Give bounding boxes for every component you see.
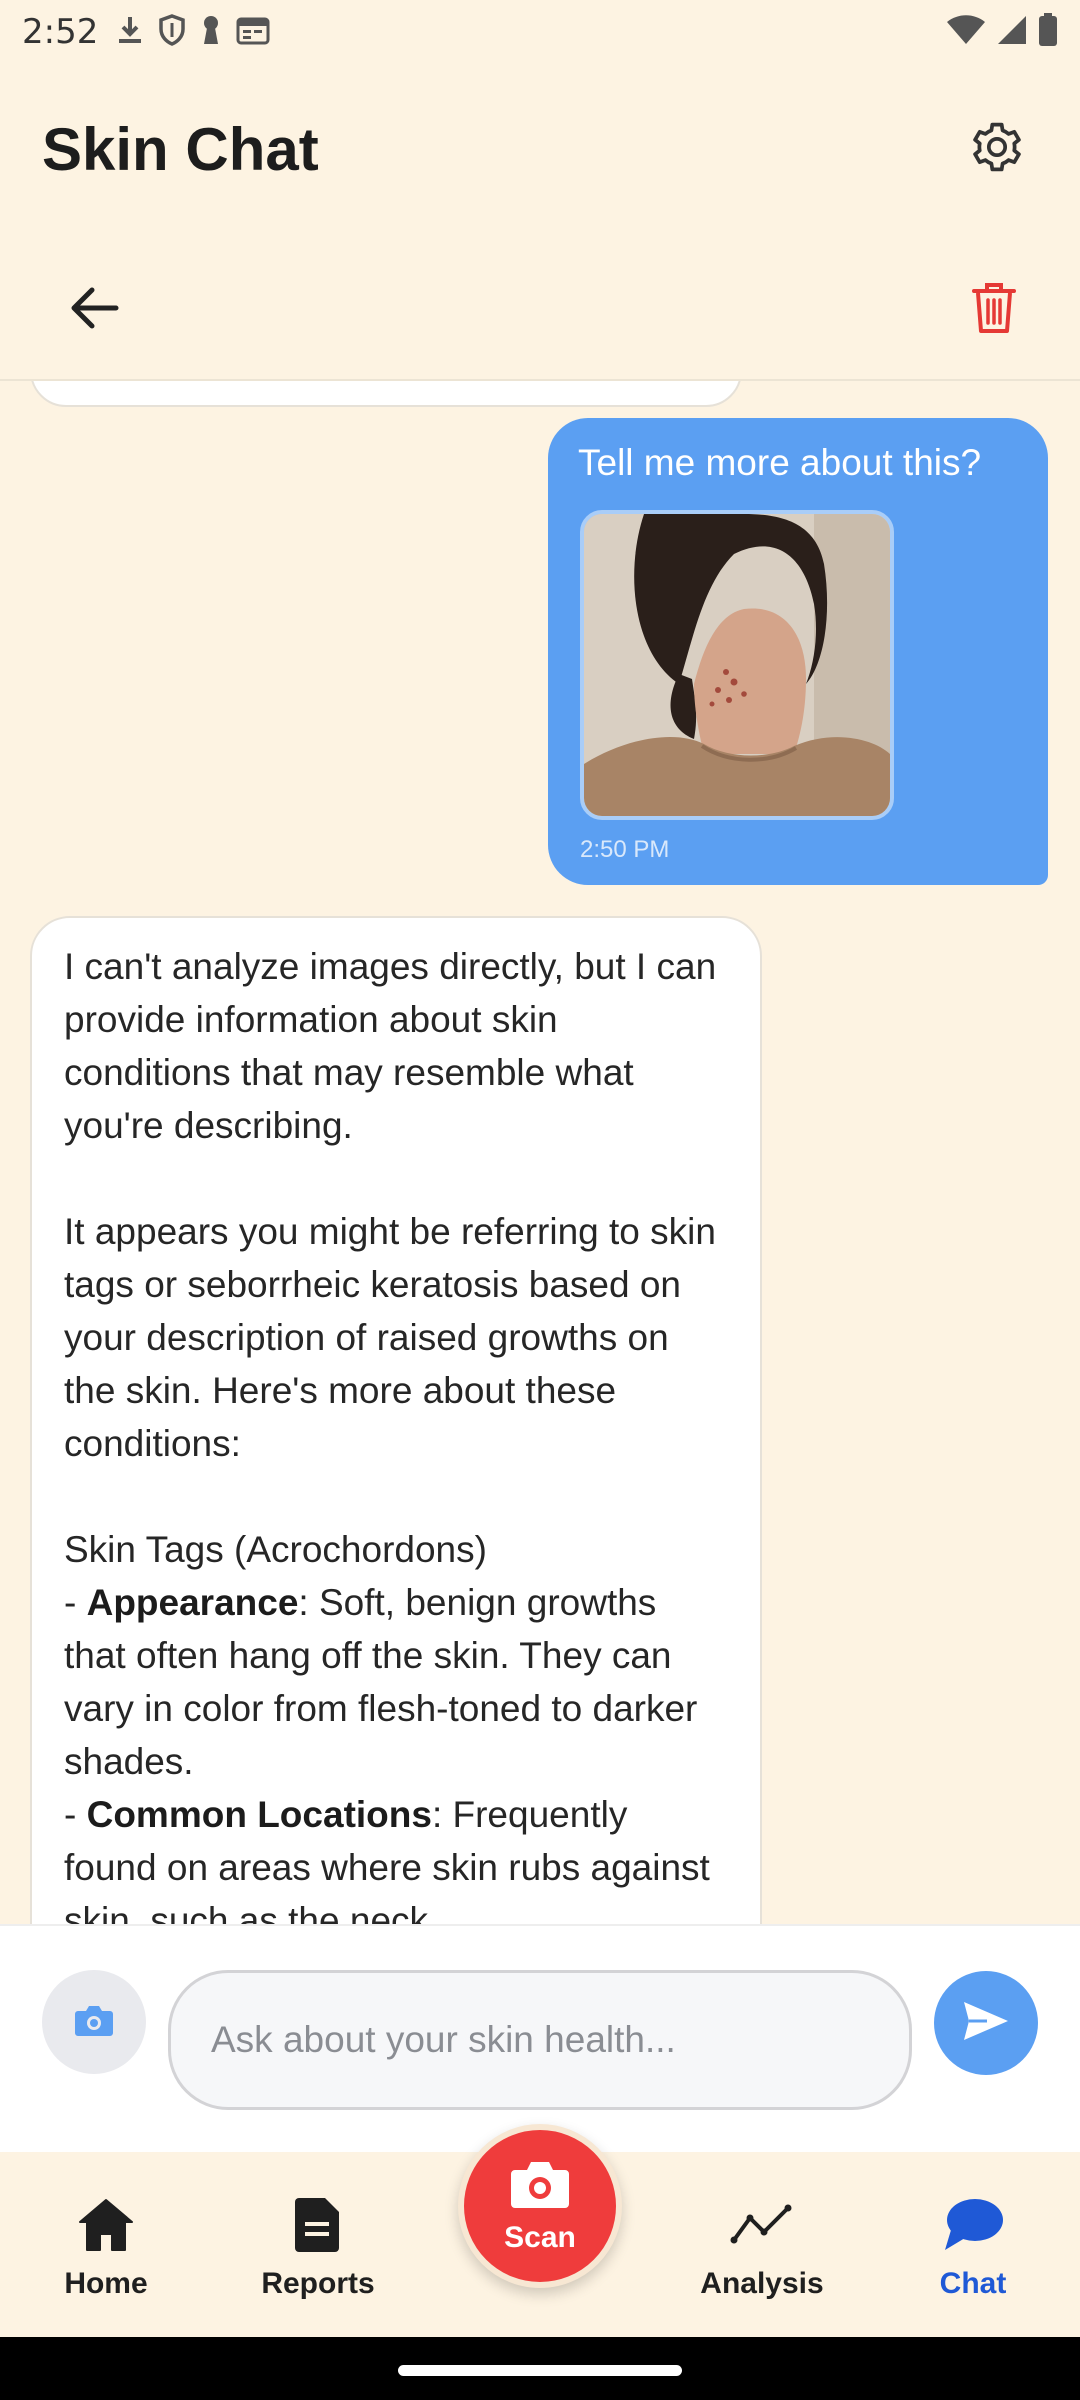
bot-paragraph: I can't analyze images directly, but I c… bbox=[64, 946, 717, 1146]
user-message-time: 2:50 PM bbox=[580, 836, 670, 863]
status-bar: 2:52 bbox=[0, 0, 1080, 64]
nav-analysis[interactable]: Analysis bbox=[682, 2196, 842, 2301]
trash-icon bbox=[971, 281, 1017, 340]
settings-button[interactable] bbox=[966, 118, 1028, 180]
chat-bubble-icon bbox=[941, 2196, 1005, 2259]
bot-message-text: I can't analyze images directly, but I c… bbox=[64, 940, 728, 1924]
nav-analysis-label: Analysis bbox=[700, 2267, 824, 2300]
home-icon bbox=[76, 2196, 136, 2259]
nav-home-label: Home bbox=[64, 2267, 148, 2300]
bot-message-bubble: I can't analyze images directly, but I c… bbox=[30, 916, 762, 1924]
nav-reports-label: Reports bbox=[261, 2267, 375, 2300]
send-icon bbox=[961, 1999, 1011, 2048]
user-message-bubble: Tell me more about this? 2:50 PM bbox=[548, 418, 1048, 885]
previous-message-bubble bbox=[30, 381, 742, 407]
battery-icon bbox=[1038, 12, 1058, 52]
page-title: Skin Chat bbox=[42, 115, 319, 183]
message-input-bar bbox=[0, 1924, 1080, 2152]
nav-reports[interactable]: Reports bbox=[238, 2196, 398, 2301]
document-icon bbox=[293, 2196, 343, 2259]
scan-button[interactable]: Scan bbox=[458, 2124, 622, 2288]
bot-list-item: - Appearance: Soft, benign growths that … bbox=[64, 1582, 698, 1782]
scan-label: Scan bbox=[504, 2220, 576, 2254]
camera-icon bbox=[509, 2158, 571, 2215]
nav-home[interactable]: Home bbox=[26, 2196, 186, 2301]
bot-list-item-label: Common Locations bbox=[86, 1794, 432, 1835]
keyhole-icon bbox=[200, 14, 222, 51]
trend-line-icon bbox=[730, 2196, 794, 2259]
nav-chat-label: Chat bbox=[939, 2267, 1007, 2300]
app-header: Skin Chat bbox=[0, 64, 1080, 234]
attached-skin-photo[interactable] bbox=[580, 510, 894, 820]
status-time: 2:52 bbox=[22, 12, 99, 52]
bottom-navigation: Home Reports Scan Analysis Chat bbox=[0, 2124, 1080, 2337]
nav-chat[interactable]: Chat bbox=[893, 2196, 1053, 2301]
bot-list-item-label: Appearance bbox=[86, 1582, 299, 1623]
arrow-left-icon bbox=[68, 286, 120, 335]
home-gesture-handle[interactable] bbox=[398, 2365, 682, 2376]
user-message-text: Tell me more about this? bbox=[578, 442, 982, 483]
calendar-icon bbox=[236, 15, 270, 50]
camera-icon bbox=[74, 2003, 114, 2042]
gesture-bar bbox=[0, 2337, 1080, 2400]
download-icon bbox=[116, 15, 144, 50]
back-button[interactable] bbox=[58, 274, 130, 346]
bot-paragraph: It appears you might be referring to ski… bbox=[64, 1211, 716, 1464]
chat-toolbar bbox=[0, 234, 1080, 379]
delete-chat-button[interactable] bbox=[958, 274, 1030, 346]
shield-icon bbox=[158, 13, 186, 51]
bot-list-item: - Common Locations: Frequently found on … bbox=[64, 1788, 728, 1924]
chat-messages[interactable]: Tell me more about this? 2:50 PM I can't… bbox=[0, 381, 1080, 1924]
send-button[interactable] bbox=[934, 1971, 1038, 2075]
bot-section-heading: Skin Tags (Acrochordons) bbox=[64, 1529, 487, 1570]
wifi-icon bbox=[946, 14, 986, 51]
signal-icon bbox=[996, 14, 1028, 51]
gear-icon bbox=[969, 119, 1025, 180]
message-input[interactable] bbox=[168, 1970, 912, 2110]
camera-button[interactable] bbox=[42, 1970, 146, 2074]
